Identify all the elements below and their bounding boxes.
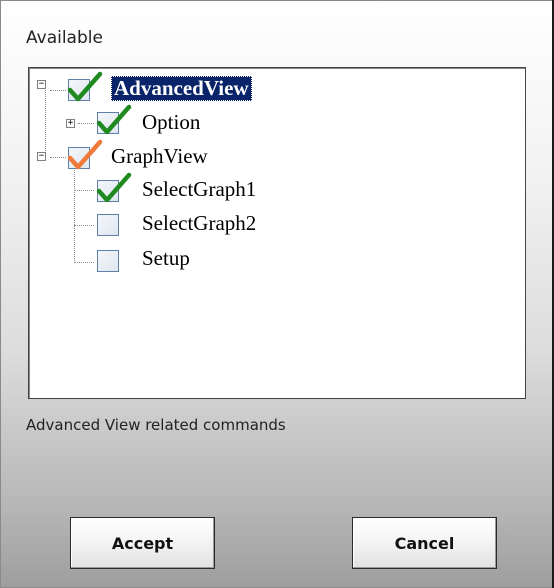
checkmark-icon [96, 104, 132, 135]
tree-connector [74, 262, 94, 263]
checkbox-selectgraph2[interactable] [97, 214, 119, 236]
tree-node-advancedview[interactable]: AdvancedView [111, 76, 252, 101]
checkbox-graphview[interactable] [67, 139, 103, 170]
checkbox-advancedview[interactable] [67, 71, 103, 102]
tree-node-selectgraph1[interactable]: SelectGraph1 [142, 177, 256, 202]
expand-icon[interactable]: + [66, 119, 75, 128]
checkmark-icon [67, 71, 103, 102]
tree-node-setup[interactable]: Setup [142, 246, 190, 271]
tree-connector [50, 90, 66, 91]
checkbox-setup[interactable] [97, 250, 119, 272]
checkbox-option[interactable] [96, 104, 132, 135]
tree-connector [74, 163, 75, 263]
checkbox-selectgraph1[interactable] [96, 172, 132, 203]
description-text: Advanced View related commands [26, 416, 286, 434]
tree-connector [74, 225, 94, 226]
tree-node-selectgraph2[interactable]: SelectGraph2 [142, 211, 256, 236]
accept-button[interactable]: Accept [70, 517, 215, 569]
tree-connector [50, 157, 66, 158]
tree-connector [78, 123, 94, 124]
collapse-icon[interactable]: − [37, 152, 46, 161]
available-tree[interactable]: − AdvancedView + Option − GraphView Sele… [28, 67, 526, 399]
tree-connector [45, 90, 46, 161]
cancel-button[interactable]: Cancel [352, 517, 497, 569]
collapse-icon[interactable]: − [37, 80, 46, 89]
available-label: Available [26, 28, 103, 48]
tree-node-graphview[interactable]: GraphView [111, 144, 208, 169]
tree-node-option[interactable]: Option [142, 110, 200, 135]
partial-checkmark-icon [67, 139, 103, 170]
tree-connector [74, 190, 94, 191]
checkmark-icon [96, 172, 132, 203]
